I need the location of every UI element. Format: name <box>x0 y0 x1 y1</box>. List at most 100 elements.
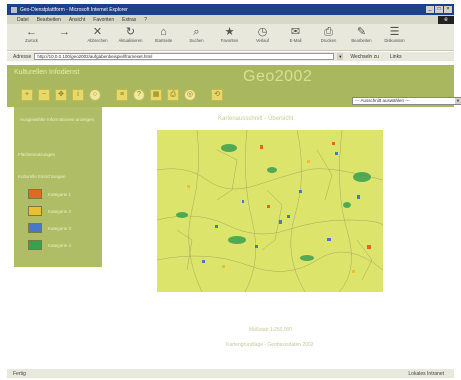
toolbar-button-label: Favoriten <box>220 38 239 43</box>
legend-label: Kategorie 1 <box>48 191 72 197</box>
address-bar: Adresse http://10.0.0.100/geo2002/aufgab… <box>7 52 454 61</box>
green-areas <box>176 144 371 261</box>
close-button[interactable]: × <box>444 6 452 13</box>
blue-sites <box>202 152 360 263</box>
legend-item[interactable]: Kategorie 4 <box>28 240 71 250</box>
map-title: Kartenausschnitt - Übersicht <box>218 116 294 122</box>
toolbar-button-5[interactable]: ⌕ Suchen <box>180 24 213 50</box>
ie-window-icon <box>11 6 17 13</box>
stop-icon: ✕ <box>92 26 103 38</box>
overview-icon[interactable]: ▦ <box>150 89 162 101</box>
app-header: Kulturellen Infodienst Geo2002 + − ✥ i ○… <box>7 65 461 107</box>
pan-icon[interactable]: ✥ <box>55 89 67 101</box>
toolbar-button-0[interactable]: ← Zurück <box>15 24 48 50</box>
menu-item-favorites[interactable]: Favoriten <box>93 17 114 23</box>
legend-list: Kategorie 1 Kategorie 2 Kategorie 3 Kategor… <box>28 189 71 250</box>
legend-swatch <box>28 206 42 216</box>
go-button[interactable]: Wechseln zu <box>350 54 379 60</box>
brand-logo: Geo2002 <box>243 68 313 85</box>
refresh-icon: ↻ <box>125 26 136 38</box>
minimize-button[interactable]: _ <box>426 6 434 13</box>
toolbar-button-label: Diskussion <box>384 38 405 43</box>
menu-item-file[interactable]: Datei <box>17 17 29 23</box>
back-arrow-icon: ← <box>26 26 37 38</box>
security-zone: Lokales Intranet <box>408 370 444 377</box>
toolbar-button-label: Abbrechen <box>87 38 108 43</box>
toolbar-button-3[interactable]: ↻ Aktualisieren <box>114 24 147 50</box>
toolbar-button-label: Startseite <box>154 38 173 43</box>
legend-swatch <box>28 223 42 233</box>
map-svg <box>157 130 383 292</box>
toolbar-button-7[interactable]: ◷ Verlauf <box>246 24 279 50</box>
status-text: Fertig <box>13 370 26 377</box>
legend-label: Kategorie 4 <box>48 242 72 248</box>
toolbar-button-label: Suchen <box>189 38 204 43</box>
chevron-down-icon[interactable]: ▼ <box>455 98 461 104</box>
forward-arrow-icon: → <box>59 26 70 38</box>
browser-toolbar: ← Zurück → ✕ Abbrechen ↻ Aktualisieren ⌂ Startse… <box>7 24 454 51</box>
toolbar-button-10[interactable]: ✎ Bearbeiten <box>345 24 378 50</box>
map-scale-text: Maßstab 1:250.000 <box>249 327 293 333</box>
history-icon: ◷ <box>257 26 268 38</box>
menu-item-help[interactable]: ? <box>144 17 147 23</box>
links-button[interactable]: Links <box>390 54 402 60</box>
legend-swatch <box>28 189 42 199</box>
toolbar-button-1[interactable]: → <box>48 24 81 50</box>
menu-item-tools[interactable]: Extras <box>122 17 136 23</box>
extent-select-value: --- Ausschnitt auswählen --- <box>355 98 410 103</box>
zoom-in-icon[interactable]: + <box>21 89 33 101</box>
toolbar-button-2[interactable]: ✕ Abbrechen <box>81 24 114 50</box>
ie-logo-icon: e <box>438 15 454 24</box>
map-canvas[interactable] <box>157 130 383 292</box>
maximize-button[interactable]: □ <box>435 6 443 13</box>
zoom-out-icon[interactable]: − <box>38 89 50 101</box>
layer-icon[interactable]: ≡ <box>116 89 128 101</box>
reset-icon[interactable]: ⟲ <box>211 89 223 101</box>
municipal-boundaries <box>157 130 383 292</box>
select-icon[interactable]: ○ <box>89 89 101 101</box>
culture-section-label: Kulturelle Einrichtungen <box>18 174 66 179</box>
print-map-icon[interactable]: ⎙ <box>167 89 179 101</box>
address-dropdown-icon[interactable]: ▼ <box>337 53 344 60</box>
address-label: Adresse <box>13 53 32 60</box>
window-titlebar: Geo-Dienstplattform - Microsoft Internet… <box>7 4 454 15</box>
legend-sidebar: Ausgewählte Informationen anzeigen Fläch… <box>14 107 102 267</box>
toolbar-button-label: Drucken <box>320 38 337 43</box>
menu-item-view[interactable]: Ansicht <box>69 17 85 23</box>
yellow-sites <box>187 160 355 273</box>
toolbar-button-label: Verlauf <box>255 38 270 43</box>
info-section-label[interactable]: Ausgewählte Informationen anzeigen <box>20 117 96 123</box>
extent-select[interactable]: --- Ausschnitt auswählen --- ▼ <box>352 97 461 105</box>
mail-icon: ✉ <box>290 26 301 38</box>
map-source-text: Kartengrundlage - Geobasisdaten 2002 <box>226 342 314 348</box>
map-tool-icons: + − ✥ i ○ ≡ ? ▦ ⎙ ◎ ⟲ <box>21 89 223 101</box>
help-icon[interactable]: ◎ <box>184 89 196 101</box>
toolbar-button-label: E-Mail <box>289 38 302 43</box>
search-icon: ⌕ <box>193 26 200 38</box>
legend-item[interactable]: Kategorie 1 <box>28 189 71 199</box>
service-title: Kulturellen Infodienst <box>14 69 80 76</box>
toolbar-button-9[interactable]: ⎙ Drucken <box>312 24 345 50</box>
home-icon: ⌂ <box>160 26 167 38</box>
window-title: Geo-Dienstplattform - Microsoft Internet… <box>20 6 128 13</box>
print-icon: ⎙ <box>324 26 333 38</box>
edit-icon: ✎ <box>356 26 367 38</box>
toolbar-button-label: Aktualisieren <box>118 38 143 43</box>
toolbar-button-4[interactable]: ⌂ Startseite <box>147 24 180 50</box>
menu-item-edit[interactable]: Bearbeiten <box>37 17 61 23</box>
legend-item[interactable]: Kategorie 3 <box>28 223 71 233</box>
favorites-icon: ★ <box>224 26 235 38</box>
toolbar-button-label: Bearbeiten <box>351 38 372 43</box>
address-input[interactable]: http://10.0.0.100/geo2002/aufgabenbeispi… <box>34 53 335 60</box>
query-icon[interactable]: ? <box>133 89 145 101</box>
legend-swatch <box>28 240 42 250</box>
legend-label: Kategorie 2 <box>48 208 72 214</box>
toolbar-button-6[interactable]: ★ Favoriten <box>213 24 246 50</box>
status-bar: Fertig Lokales Intranet <box>7 369 454 378</box>
toolbar-button-11[interactable]: ☰ Diskussion <box>378 24 411 50</box>
landuse-section-label[interactable]: Flächennutzungen <box>18 152 55 157</box>
info-icon[interactable]: i <box>72 89 84 101</box>
legend-item[interactable]: Kategorie 2 <box>28 206 71 216</box>
toolbar-button-8[interactable]: ✉ E-Mail <box>279 24 312 50</box>
legend-label: Kategorie 3 <box>48 225 72 231</box>
